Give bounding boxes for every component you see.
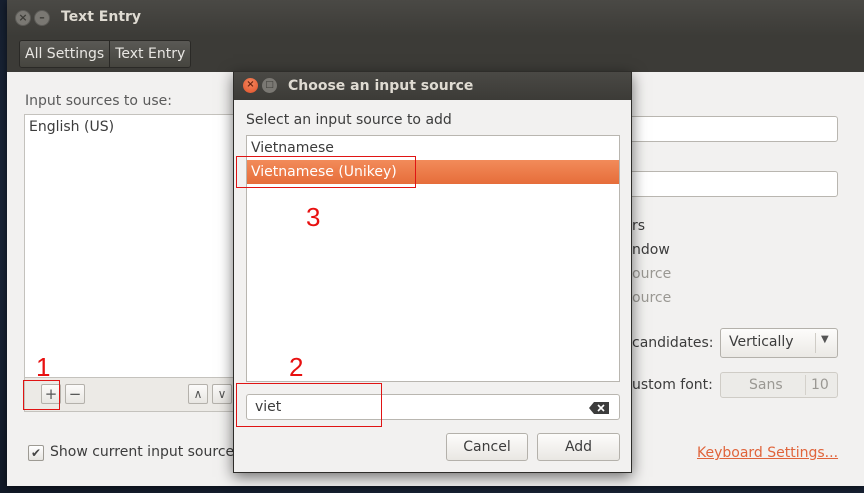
annotation-number-2: 2 [289,352,304,382]
annotation-box-selection [236,156,416,188]
font-size: 10 [811,377,829,393]
combo-separator [815,333,816,353]
show-current-checkbox[interactable]: ✔ [28,445,44,461]
move-down-button[interactable]: ∨ [212,384,232,404]
annotation-box-add [23,380,60,410]
candidates-orientation-value: Vertically [729,334,794,350]
chevron-down-icon: ▼ [821,334,829,345]
remove-source-button[interactable]: − [65,384,85,404]
breadcrumb: All Settings Text Entry [19,40,192,68]
input-sources-label: Input sources to use: [25,93,172,109]
show-current-label: Show current input source in the menu ba… [50,444,238,460]
clear-search-icon[interactable] [589,402,609,414]
window-title: Text Entry [61,9,142,25]
option-source-partial-1: ource [632,266,672,282]
font-name: Sans [749,377,783,393]
annotation-box-search [236,383,382,427]
close-icon[interactable]: × [243,78,258,93]
window-toolbar: All Settings Text Entry [7,36,864,72]
custom-font-button[interactable]: Sans 10 [720,372,838,398]
dialog-prompt: Select an input source to add [246,112,452,128]
switch-next-shortcut-field[interactable] [617,116,838,142]
breadcrumb-text-entry[interactable]: Text Entry [110,41,191,67]
dialog-titlebar: × □ Choose an input source [234,72,631,100]
maximize-icon[interactable]: □ [262,78,277,93]
keyboard-settings-link[interactable]: Keyboard Settings... [697,445,838,461]
dialog-title: Choose an input source [288,78,474,94]
cancel-button[interactable]: Cancel [446,433,528,461]
input-sources-list[interactable]: English (US) [24,114,236,378]
annotation-number-3: 3 [306,202,321,232]
candidates-orientation-select[interactable]: Vertically ▼ [720,328,838,358]
annotation-number-1: 1 [36,352,51,382]
input-source-item[interactable]: English (US) [29,119,114,135]
custom-font-label: ustom font: [632,377,713,393]
options-heading-partial: rs [632,218,646,234]
add-button[interactable]: Add [537,433,620,461]
switch-previous-shortcut-field[interactable] [617,171,838,197]
window-close-icon[interactable]: × [15,10,31,26]
option-window-partial[interactable]: ndow [632,242,670,258]
font-separator [805,375,806,395]
option-source-partial-2: ource [632,290,672,306]
window-minimize-icon[interactable]: – [34,10,50,26]
window-titlebar: × – Text Entry [7,0,864,36]
candidates-label: candidates: [632,335,714,351]
move-up-button[interactable]: ∧ [188,384,208,404]
breadcrumb-all-settings[interactable]: All Settings [20,41,111,67]
